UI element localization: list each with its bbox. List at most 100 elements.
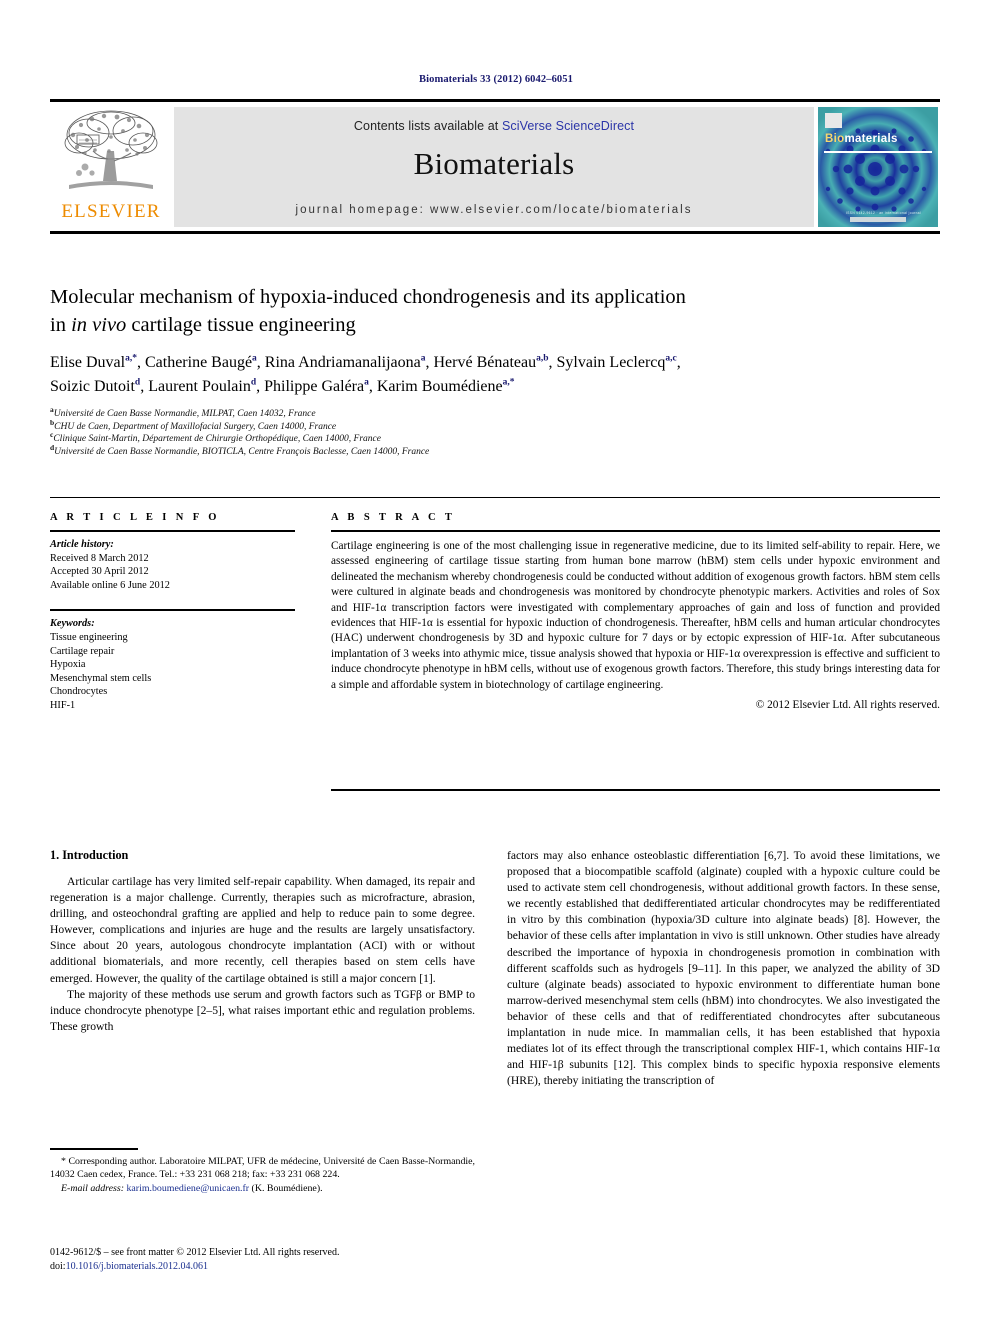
author-affil-mark[interactable]: d — [251, 378, 256, 388]
author-item[interactable]: Sylvain Leclercqa,c — [557, 354, 677, 371]
email-label: E-mail address: — [61, 1182, 124, 1194]
abstract-rule — [331, 530, 940, 532]
journal-name: Biomaterials — [413, 146, 575, 181]
sciencedirect-link[interactable]: SciVerse ScienceDirect — [502, 119, 634, 133]
imprint-block: 0142-9612/$ – see front matter © 2012 El… — [50, 1246, 490, 1273]
footnote-block: * Corresponding author. Laboratoire MILP… — [50, 1155, 475, 1195]
abstract-heading: A B S T R A C T — [331, 512, 456, 523]
journal-cover-thumbnail[interactable]: Biomaterials ISSN 0142-9612 · an interna… — [818, 107, 938, 227]
masthead-bottom-rule — [50, 231, 940, 234]
article-title-italic: in vivo — [71, 314, 127, 336]
author-name: Elise Duval — [50, 354, 126, 371]
author-item[interactable]: Soizic Dutoitd — [50, 378, 140, 395]
cover-title-rest: materials — [844, 133, 898, 145]
affiliation-text: CHU de Caen, Department of Maxillofacial… — [54, 421, 337, 432]
keyword-item: Chondrocytes — [50, 686, 108, 698]
keyword-item: HIF-1 — [50, 699, 76, 711]
author-affil-mark[interactable]: a — [364, 378, 369, 388]
keyword-item: Mesenchymal stem cells — [50, 672, 152, 684]
author-affil-mark[interactable]: a — [252, 354, 257, 364]
author-item[interactable]: Elise Duvala,* — [50, 354, 137, 371]
author-name: Rina Andriamanalijaona — [264, 354, 421, 371]
cover-footer-text: ISSN 0142-9612 · an international journa… — [846, 211, 922, 215]
article-info-rule — [50, 530, 295, 532]
author-name: Sylvain Leclercq — [556, 354, 666, 371]
cover-elsevier-mark — [825, 113, 842, 128]
affiliation-text: Université de Caen Basse Normandie, MILP… — [53, 409, 316, 419]
affiliation-item: dUniversité de Caen Basse Normandie, BIO… — [50, 443, 940, 459]
article-title: Molecular mechanism of hypoxia-induced c… — [50, 283, 940, 339]
elsevier-wordmark: ELSEVIER — [61, 201, 161, 222]
abstract-text: Cartilage engineering is one of the most… — [331, 540, 940, 691]
abstract-bottom-rule — [331, 789, 940, 791]
affiliation-item: bCHU de Caen, Department of Maxillofacia… — [50, 418, 940, 434]
issn-line: 0142-9612/$ – see front matter © 2012 El… — [50, 1247, 340, 1258]
keyword-item: Cartilage repair — [50, 645, 115, 657]
affiliation-item: cClinique Saint-Martin, Département de C… — [50, 431, 940, 446]
author-name: Hervé Bénateau — [433, 354, 537, 371]
doi-label: doi: — [50, 1260, 66, 1272]
affiliation-item: aUniversité de Caen Basse Normandie, MIL… — [50, 406, 940, 421]
author-name: Karim Boumédiene — [376, 378, 503, 395]
email-owner: (K. Boumédiene). — [251, 1182, 323, 1194]
intro-paragraph-3: factors may also enhance osteoblastic di… — [507, 849, 940, 1088]
doi-link[interactable]: 10.1016/j.biomaterials.2012.04.061 — [66, 1261, 209, 1272]
body-column-right: factors may also enhance osteoblastic di… — [507, 848, 940, 1089]
author-item[interactable]: Laurent Poulaind — [148, 378, 256, 395]
author-item[interactable]: Hervé Bénateaua,b — [434, 354, 549, 371]
journal-homepage-link[interactable]: journal homepage: www.elsevier.com/locat… — [174, 204, 814, 216]
author-item[interactable]: Karim Boumédienea,* — [377, 378, 515, 395]
author-name: Philippe Galéra — [264, 378, 365, 395]
email-note: E-mail address: karim.boumediene@unicaen… — [50, 1182, 475, 1195]
contents-prefix: Contents lists available at — [353, 119, 502, 133]
running-head: Biomaterials 33 (2012) 6042–6051 — [419, 74, 573, 85]
author-item[interactable]: Philippe Galéraa — [264, 378, 369, 395]
affiliation-list: aUniversité de Caen Basse Normandie, MIL… — [50, 406, 940, 459]
article-history-label: Article history: — [50, 539, 114, 550]
keyword-item: Tissue engineering — [50, 631, 128, 643]
contents-list-line: Contents lists available at SciVerse Sci… — [174, 107, 814, 133]
masthead-banner: Contents lists available at SciVerse Sci… — [174, 107, 814, 227]
intro-paragraph-2: The majority of these methods use serum … — [50, 987, 475, 1033]
keywords-rule — [50, 609, 295, 612]
journal-masthead: ELSEVIER Contents lists available at Sci… — [50, 99, 940, 237]
author-item[interactable]: Rina Andriamanalijaonaa — [265, 354, 426, 371]
article-header: Molecular mechanism of hypoxia-induced c… — [50, 283, 940, 458]
email-link[interactable]: karim.boumediene@unicaen.fr — [126, 1183, 249, 1194]
intro-paragraph-1: Articular cartilage has very limited sel… — [50, 875, 475, 985]
history-item: Available online 6 June 2012 — [50, 579, 170, 591]
cover-journal-title: Biomaterials — [825, 133, 898, 145]
keyword-item: Hypoxia — [50, 659, 86, 671]
author-name: Soizic Dutoit — [50, 378, 135, 395]
affiliation-text: Université de Caen Basse Normandie, BIOT… — [54, 446, 430, 457]
elsevier-tree-icon — [64, 110, 158, 189]
journal-article-page: Biomaterials 33 (2012) 6042–6051 ELSEVIE… — [0, 0, 992, 1323]
cover-divider — [824, 151, 932, 153]
cover-footer-bar — [850, 217, 906, 222]
corresponding-author-note: * Corresponding author. Laboratoire MILP… — [50, 1156, 475, 1181]
author-list: Elise Duvala,*, Catherine Baugéa, Rina A… — [50, 353, 681, 395]
author-item[interactable]: Catherine Baugéa — [145, 354, 257, 371]
keywords-group: Keywords: Tissue engineering Cartilage r… — [50, 617, 295, 712]
author-name: Laurent Poulain — [148, 378, 251, 395]
author-affil-mark[interactable]: a,* — [125, 354, 137, 364]
article-history-group: Article history: Received 8 March 2012 A… — [50, 538, 295, 592]
article-info-section: A R T I C L E I N F O Article history: R… — [50, 512, 295, 713]
elsevier-logo: ELSEVIER — [52, 107, 170, 227]
abstract-section: A B S T R A C T Cartilage engineering is… — [331, 512, 940, 711]
footnote-rule — [50, 1148, 138, 1150]
doi-line: doi:10.1016/j.biomaterials.2012.04.061 — [50, 1260, 490, 1274]
abstract-copyright: © 2012 Elsevier Ltd. All rights reserved… — [755, 699, 940, 712]
author-affil-mark[interactable]: a — [421, 354, 426, 364]
affiliation-text: Clinique Saint-Martin, Département de Ch… — [53, 434, 381, 445]
history-item: Received 8 March 2012 — [50, 552, 149, 564]
author-affil-mark[interactable]: d — [135, 378, 140, 388]
body-column-left: 1. Introduction Articular cartilage has … — [50, 848, 475, 1035]
article-title-line1: Molecular mechanism of hypoxia-induced c… — [50, 286, 686, 308]
keywords-label: Keywords: — [50, 618, 95, 630]
author-affil-mark[interactable]: a,* — [503, 378, 515, 388]
article-title-line2-post: cartilage tissue engineering — [126, 314, 356, 336]
author-affil-mark[interactable]: a,c — [665, 354, 676, 364]
author-affil-mark[interactable]: a,b — [536, 354, 548, 364]
